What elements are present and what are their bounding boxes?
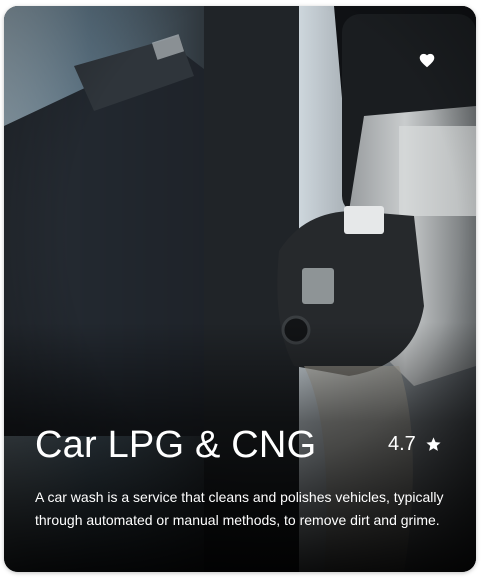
favorite-button[interactable] [411, 44, 443, 76]
card-description: A car wash is a service that cleans and … [35, 489, 444, 528]
star-icon [426, 436, 441, 451]
rating-value: 4.7 [388, 433, 416, 455]
card-title: Car LPG & CNG [35, 424, 317, 466]
heart-icon [419, 53, 435, 68]
service-card[interactable]: Car LPG & CNG 4.7 A car wash is a servic… [4, 6, 476, 572]
rating: 4.7 [388, 431, 442, 457]
